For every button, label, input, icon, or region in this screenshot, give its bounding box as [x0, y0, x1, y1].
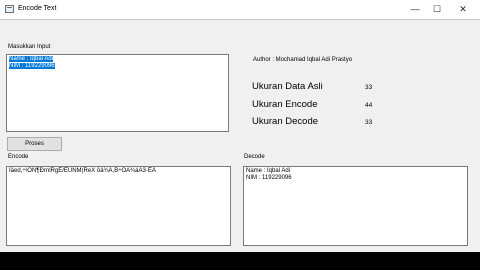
author-label: Author : Mochamad Iqbal Adi Prastyo: [253, 57, 353, 63]
encode-size-label: Ukuran Encode: [252, 99, 318, 110]
input-line-1: Name : Iqbal Adi: [9, 56, 54, 62]
original-size-label: Ukuran Data Asli: [252, 81, 323, 92]
app-icon: [5, 5, 14, 13]
form-body: Masukkan Input Name : Iqbal Adi NIM : 11…: [0, 19, 480, 252]
decode-line-1: Name : Iqbal Adi: [246, 168, 291, 174]
decode-size-value: 33: [365, 119, 373, 126]
minimize-button[interactable]: —: [404, 2, 426, 16]
decode-label: Decode: [244, 154, 265, 160]
encode-text: Ïäed,÷\ÓÑ¶ÐrnlRgÉ/ÊÜNM(ReX ôä¾Ä,B÷ÔÃ¾áÀ3…: [9, 168, 156, 174]
encode-label: Encode: [8, 154, 29, 160]
input-label: Masukkan Input: [8, 44, 51, 50]
original-size-value: 33: [365, 84, 373, 91]
encode-textbox[interactable]: Ïäed,÷\ÓÑ¶ÐrnlRgÉ/ÊÜNM(ReX ôä¾Ä,B÷ÔÃ¾áÀ3…: [6, 166, 231, 246]
process-button[interactable]: Proses: [7, 137, 62, 151]
encode-size-value: 44: [365, 102, 373, 109]
maximize-button[interactable]: ☐: [426, 2, 448, 16]
close-button[interactable]: ✕: [452, 2, 474, 16]
title-bar: Encode Text — ☐ ✕: [0, 0, 480, 19]
input-textbox[interactable]: Name : Iqbal Adi NIM : 119229096: [6, 54, 229, 132]
decode-line-2: NIM : 119229096: [246, 175, 292, 181]
window-title: Encode Text: [18, 5, 57, 12]
decode-textbox[interactable]: Name : Iqbal Adi NIM : 119229096: [243, 166, 468, 246]
decode-size-label: Ukuran Decode: [252, 116, 319, 127]
input-line-2: NIM : 119229096: [9, 63, 55, 69]
